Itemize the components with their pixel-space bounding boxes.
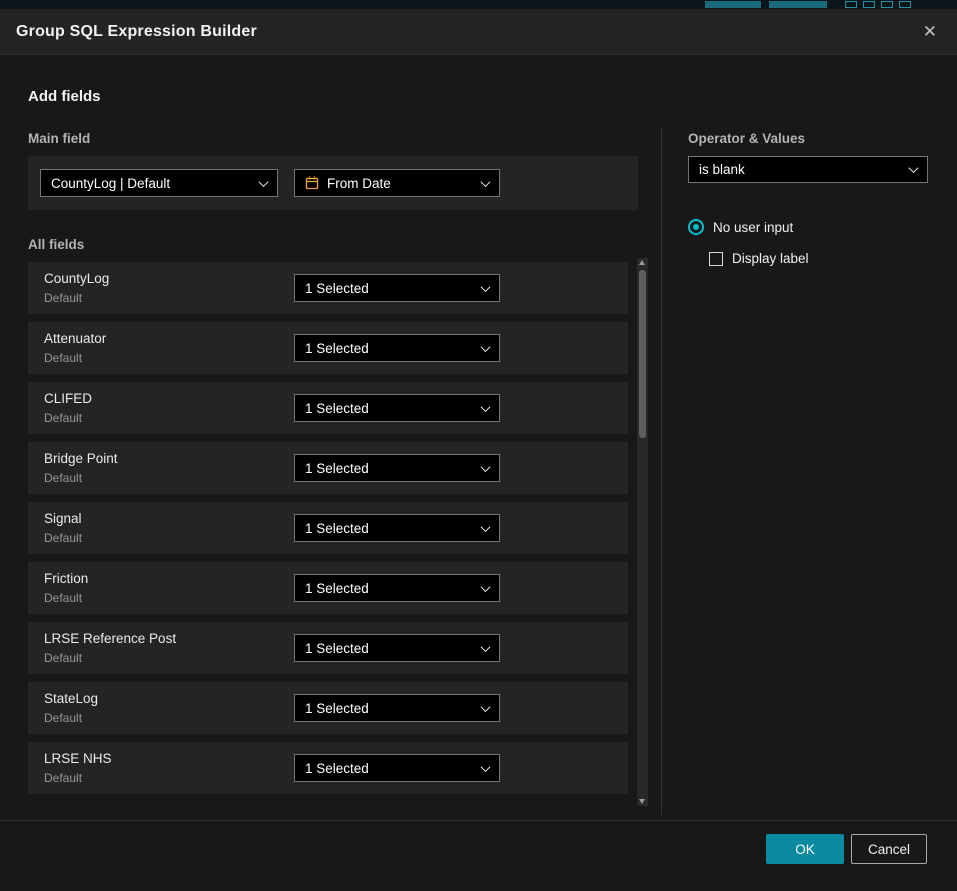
group-sql-expression-builder-dialog: Group SQL Expression Builder ✕ Add field… bbox=[0, 9, 957, 891]
chevron-down-icon bbox=[481, 462, 491, 472]
dropdown-value: 1 Selected bbox=[305, 341, 474, 356]
chevron-down-icon bbox=[481, 642, 491, 652]
field-name: Bridge Point bbox=[44, 451, 118, 466]
selected-count-dropdown[interactable]: 1 Selected bbox=[294, 694, 500, 722]
selected-count-dropdown[interactable]: 1 Selected bbox=[294, 634, 500, 662]
field-name: Friction bbox=[44, 571, 88, 586]
dropdown-value: 1 Selected bbox=[305, 521, 474, 536]
field-row-lrse-nhs: LRSE NHS Default 1 Selected bbox=[28, 742, 628, 794]
dropdown-value: 1 Selected bbox=[305, 581, 474, 596]
app-background-strip bbox=[0, 0, 957, 9]
chevron-down-icon bbox=[909, 163, 919, 173]
footer-divider bbox=[0, 820, 957, 821]
scrollbar-thumb[interactable] bbox=[639, 270, 646, 438]
operator-values-label: Operator & Values bbox=[688, 131, 805, 146]
chevron-down-icon bbox=[481, 762, 491, 772]
field-name: LRSE Reference Post bbox=[44, 631, 176, 646]
cancel-button[interactable]: Cancel bbox=[851, 834, 927, 864]
close-icon[interactable]: ✕ bbox=[919, 19, 941, 44]
field-row-friction: Friction Default 1 Selected bbox=[28, 562, 628, 614]
field-subtitle: Default bbox=[44, 531, 82, 545]
field-row-statelog: StateLog Default 1 Selected bbox=[28, 682, 628, 734]
field-subtitle: Default bbox=[44, 591, 82, 605]
field-subtitle: Default bbox=[44, 651, 82, 665]
scrollbar-up-arrow-icon[interactable] bbox=[639, 260, 645, 265]
dropdown-value: 1 Selected bbox=[305, 401, 474, 416]
field-row-countylog: CountyLog Default 1 Selected bbox=[28, 262, 628, 314]
dropdown-value: 1 Selected bbox=[305, 761, 474, 776]
all-fields-list: CountyLog Default 1 Selected Attenuator … bbox=[28, 262, 628, 802]
all-fields-label: All fields bbox=[28, 237, 84, 252]
dropdown-value: 1 Selected bbox=[305, 701, 474, 716]
field-name: CountyLog bbox=[44, 271, 109, 286]
dropdown-value: 1 Selected bbox=[305, 641, 474, 656]
field-row-clifed: CLIFED Default 1 Selected bbox=[28, 382, 628, 434]
app-toolbar-icon bbox=[863, 1, 875, 8]
calendar-icon bbox=[305, 176, 319, 190]
operator-dropdown[interactable]: is blank bbox=[688, 156, 928, 183]
dropdown-value: 1 Selected bbox=[305, 461, 474, 476]
selected-count-dropdown[interactable]: 1 Selected bbox=[294, 334, 500, 362]
field-subtitle: Default bbox=[44, 771, 82, 785]
field-name: CLIFED bbox=[44, 391, 92, 406]
main-date-field-dropdown[interactable]: From Date bbox=[294, 169, 500, 197]
chevron-down-icon bbox=[481, 702, 491, 712]
field-name: LRSE NHS bbox=[44, 751, 112, 766]
ok-button[interactable]: OK bbox=[766, 834, 844, 864]
dropdown-value: CountyLog | Default bbox=[51, 176, 252, 191]
scrollbar[interactable] bbox=[637, 258, 648, 806]
field-name: Attenuator bbox=[44, 331, 106, 346]
field-row-lrse-reference-post: LRSE Reference Post Default 1 Selected bbox=[28, 622, 628, 674]
field-subtitle: Default bbox=[44, 291, 82, 305]
field-row-attenuator: Attenuator Default 1 Selected bbox=[28, 322, 628, 374]
main-field-label: Main field bbox=[28, 131, 90, 146]
dialog-title: Group SQL Expression Builder bbox=[16, 23, 257, 41]
column-divider bbox=[661, 128, 662, 815]
chevron-down-icon bbox=[481, 582, 491, 592]
radio-selected-icon bbox=[688, 219, 704, 235]
scrollbar-down-arrow-icon[interactable] bbox=[639, 799, 645, 804]
selected-count-dropdown[interactable]: 1 Selected bbox=[294, 394, 500, 422]
field-row-bridge-point: Bridge Point Default 1 Selected bbox=[28, 442, 628, 494]
no-user-input-radio[interactable]: No user input bbox=[688, 219, 793, 235]
chevron-down-icon bbox=[259, 177, 269, 187]
checkbox-unchecked-icon bbox=[709, 252, 723, 266]
display-label-checkbox[interactable]: Display label bbox=[709, 251, 809, 266]
field-subtitle: Default bbox=[44, 411, 82, 425]
chevron-down-icon bbox=[481, 522, 491, 532]
app-toolbar-icon bbox=[845, 1, 857, 8]
radio-label: No user input bbox=[713, 220, 793, 235]
selected-count-dropdown[interactable]: 1 Selected bbox=[294, 274, 500, 302]
app-toolbar-icon bbox=[881, 1, 893, 8]
dropdown-value: is blank bbox=[699, 162, 902, 177]
chevron-down-icon bbox=[481, 177, 491, 187]
app-toolbar-fragment bbox=[705, 1, 761, 8]
field-subtitle: Default bbox=[44, 471, 82, 485]
checkbox-label: Display label bbox=[732, 251, 809, 266]
main-source-dropdown[interactable]: CountyLog | Default bbox=[40, 169, 278, 197]
dropdown-value: 1 Selected bbox=[305, 281, 474, 296]
dropdown-value: From Date bbox=[327, 176, 474, 191]
chevron-down-icon bbox=[481, 282, 491, 292]
selected-count-dropdown[interactable]: 1 Selected bbox=[294, 454, 500, 482]
chevron-down-icon bbox=[481, 402, 491, 412]
selected-count-dropdown[interactable]: 1 Selected bbox=[294, 514, 500, 542]
app-toolbar-icon bbox=[899, 1, 911, 8]
chevron-down-icon bbox=[481, 342, 491, 352]
selected-count-dropdown[interactable]: 1 Selected bbox=[294, 754, 500, 782]
field-subtitle: Default bbox=[44, 351, 82, 365]
add-fields-heading: Add fields bbox=[28, 88, 101, 105]
dialog-header: Group SQL Expression Builder ✕ bbox=[0, 9, 957, 55]
field-subtitle: Default bbox=[44, 711, 82, 725]
field-name: Signal bbox=[44, 511, 82, 526]
field-name: StateLog bbox=[44, 691, 98, 706]
field-row-signal: Signal Default 1 Selected bbox=[28, 502, 628, 554]
selected-count-dropdown[interactable]: 1 Selected bbox=[294, 574, 500, 602]
main-field-panel: CountyLog | Default From Date bbox=[28, 156, 638, 210]
app-toolbar-fragment bbox=[769, 1, 827, 8]
